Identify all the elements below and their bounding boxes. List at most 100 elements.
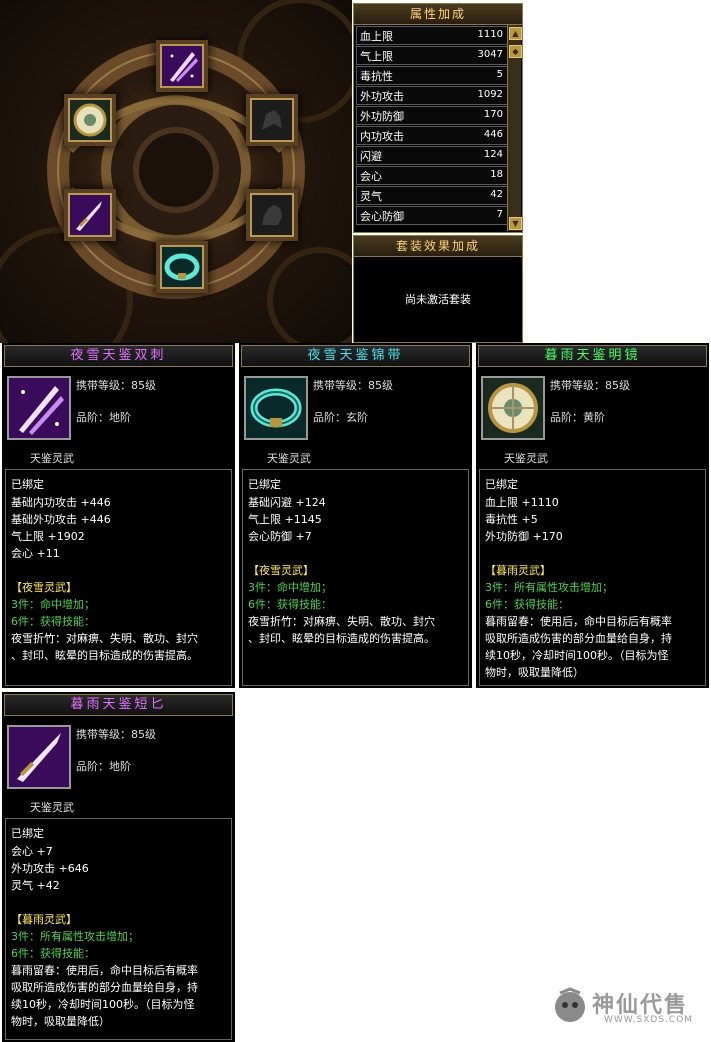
- skill-description-line: 续10秒，冷却时间100秒。（目标为怪: [11, 998, 195, 1011]
- item-details: 已绑定 基础闪避 +124 气上限 +1145 会心防御 +7 【夜雪灵武】 3件：命中增…: [242, 469, 469, 686]
- item-bound-status: 已绑定: [11, 827, 44, 840]
- item-series: 天鉴灵武: [30, 801, 74, 814]
- scroll-down-icon[interactable]: ▼: [509, 217, 522, 230]
- skill-description-line: 、封印、眩晕的目标造成的伤害提高。: [11, 649, 198, 662]
- mirror-icon: [483, 378, 543, 438]
- set-bonus-message: 尚未激活套装: [405, 293, 471, 306]
- item-stat-line: 血上限 +1110: [485, 496, 559, 509]
- set-bonus-6pc: 6件：获得技能：: [485, 598, 569, 611]
- attribute-value: 5: [496, 69, 503, 80]
- set-name: 【暮雨灵武】: [485, 564, 551, 577]
- attribute-row: 闪避 124: [356, 146, 508, 165]
- item-stat-line: 气上限 +1902: [11, 530, 85, 543]
- mascot-logo-icon: [555, 987, 585, 1022]
- attribute-bonus-panel: 属性加成 血上限 1110 气上限 3047 毒抗性 5 外功攻击 1092 外功防御 170 内功…: [353, 3, 523, 233]
- item-stat-line: 外功攻击 +646: [11, 862, 89, 875]
- attribute-row: 外功防御 170: [356, 106, 508, 125]
- attribute-row: 血上限 1110: [356, 26, 508, 45]
- skill-description-line: 吸取所造成伤害的部分血量给自身，持: [485, 632, 672, 645]
- item-series: 天鉴灵武: [30, 452, 74, 465]
- item-carry-level: 携带等级：85级: [313, 379, 393, 392]
- item-details: 已绑定基础内功攻击 +446 基础外功攻击 +446 气上限 +1902 会心 +11…: [5, 469, 232, 686]
- attribute-value: 1110: [477, 29, 503, 40]
- item-carry-level: 携带等级：85级: [76, 379, 156, 392]
- attribute-row: 灵气 42: [356, 186, 508, 205]
- set-name: 【夜雪灵武】: [11, 581, 77, 594]
- item-stat-line: 基础内功攻击 +446: [11, 496, 111, 509]
- item-tooltip-card: 夜雪天鉴双刺 携带等级：85级 品阶：地阶 天鉴灵武 已绑定 基础内功攻击 +446 基础外…: [2, 343, 235, 688]
- attribute-label: 会心防御: [360, 210, 404, 223]
- attribute-row: 外功攻击 1092: [356, 86, 508, 105]
- item-icon-box[interactable]: [481, 376, 545, 440]
- watermark: 神仙代售 WWW.SXDS.COM: [552, 985, 702, 1029]
- dual-blade-icon: [9, 378, 69, 438]
- item-series: 天鉴灵武: [267, 452, 311, 465]
- skill-description-line: 暮雨留春：使用后，命中目标后有概率: [485, 615, 672, 628]
- equip-slot-dual-blade[interactable]: [160, 44, 204, 88]
- scroll-up-icon[interactable]: ▲: [509, 27, 522, 40]
- empty-slot-icon: [252, 100, 292, 140]
- skill-description-line: 夜雪折竹：对麻痹、失明、散功、封穴: [248, 615, 435, 628]
- set-bonus-title: 套装效果加成: [354, 236, 522, 257]
- set-bonus-6pc: 6件：获得技能：: [11, 615, 95, 628]
- item-details: 已绑定会心 +7 外功攻击 +646 灵气 +42 【暮雨灵武】 3件：所有属性攻击增加…: [5, 818, 232, 1040]
- set-bonus-3pc: 3件：命中增加；: [248, 581, 332, 594]
- attribute-label: 内功攻击: [360, 130, 404, 143]
- attribute-label: 毒抗性: [360, 70, 393, 83]
- equipment-wheel-panel: [0, 0, 352, 343]
- set-bonus-3pc: 3件：命中增加；: [11, 598, 95, 611]
- attribute-value: 124: [483, 149, 503, 160]
- attribute-row: 毒抗性 5: [356, 66, 508, 85]
- dual-blade-icon: [162, 46, 202, 86]
- scroll-thumb[interactable]: ◆: [509, 45, 522, 58]
- item-name: 夜雪天鉴双刺: [4, 345, 233, 367]
- item-stat-line: 气上限 +1145: [248, 513, 322, 526]
- item-name: 暮雨天鉴明镜: [478, 345, 707, 367]
- attribute-label: 灵气: [360, 190, 382, 203]
- attribute-label: 会心: [360, 170, 382, 183]
- attribute-row: 内功攻击 446: [356, 126, 508, 145]
- item-stat-line: 外功防御 +170: [485, 530, 563, 543]
- attribute-value: 7: [496, 209, 503, 220]
- item-stat-line: 会心 +11: [11, 547, 60, 560]
- item-name: 夜雪天鉴锦带: [241, 345, 470, 367]
- equip-slot-belt[interactable]: [160, 245, 204, 289]
- attribute-value: 42: [490, 189, 503, 200]
- equip-slot-empty-top-right[interactable]: [250, 98, 294, 142]
- item-icon-box[interactable]: [7, 376, 71, 440]
- belt-icon: [162, 247, 202, 287]
- attribute-value: 3047: [477, 49, 503, 60]
- dagger-icon: [70, 195, 110, 235]
- equip-slot-empty-bottom-right[interactable]: [250, 193, 294, 237]
- attribute-panel-title: 属性加成: [354, 4, 522, 25]
- item-bound-status: 已绑定: [11, 478, 44, 491]
- attribute-value: 170: [483, 109, 503, 120]
- equip-slot-mirror[interactable]: [68, 98, 112, 142]
- set-bonus-6pc: 6件：获得技能：: [248, 598, 332, 611]
- set-name: 【暮雨灵武】: [11, 913, 77, 926]
- item-bound-status: 已绑定: [248, 478, 281, 491]
- item-series: 天鉴灵武: [504, 452, 548, 465]
- item-stat-line: 基础闪避 +124: [248, 496, 326, 509]
- item-tooltip-card: 暮雨天鉴短匕 携带等级：85级 品阶：地阶 天鉴灵武 已绑定 会心 +7 外功攻击 +646…: [2, 692, 235, 1042]
- attribute-label: 气上限: [360, 50, 393, 63]
- watermark-url: WWW.SXDS.COM: [604, 1015, 694, 1025]
- item-icon-box[interactable]: [7, 725, 71, 789]
- skill-description-line: 物时，吸取量降低）: [485, 666, 584, 679]
- item-icon-box[interactable]: [244, 376, 308, 440]
- attribute-scrollbar[interactable]: ▲ ◆ ▼: [507, 25, 522, 231]
- set-bonus-3pc: 3件：所有属性攻击增加；: [485, 581, 613, 594]
- item-stat-line: 基础外功攻击 +446: [11, 513, 111, 526]
- attribute-row: 会心 18: [356, 166, 508, 185]
- item-stat-line: 灵气 +42: [11, 879, 60, 892]
- dagger-icon: [9, 727, 69, 787]
- item-stat-line: 会心 +7: [11, 845, 53, 858]
- equip-slot-dagger[interactable]: [68, 193, 112, 237]
- skill-description-line: 夜雪折竹：对麻痹、失明、散功、封穴: [11, 632, 198, 645]
- set-bonus-3pc: 3件：所有属性攻击增加；: [11, 930, 139, 943]
- empty-slot-icon: [252, 195, 292, 235]
- item-carry-level: 携带等级：85级: [550, 379, 630, 392]
- skill-description-line: 暮雨留春：使用后，命中目标后有概率: [11, 964, 198, 977]
- item-tooltip-card: 暮雨天鉴明镜 携带等级：85级 品阶：黄阶 天鉴灵武 已绑定 血上限 +1110 毒抗性 +…: [476, 343, 709, 688]
- set-bonus-6pc: 6件：获得技能：: [11, 947, 95, 960]
